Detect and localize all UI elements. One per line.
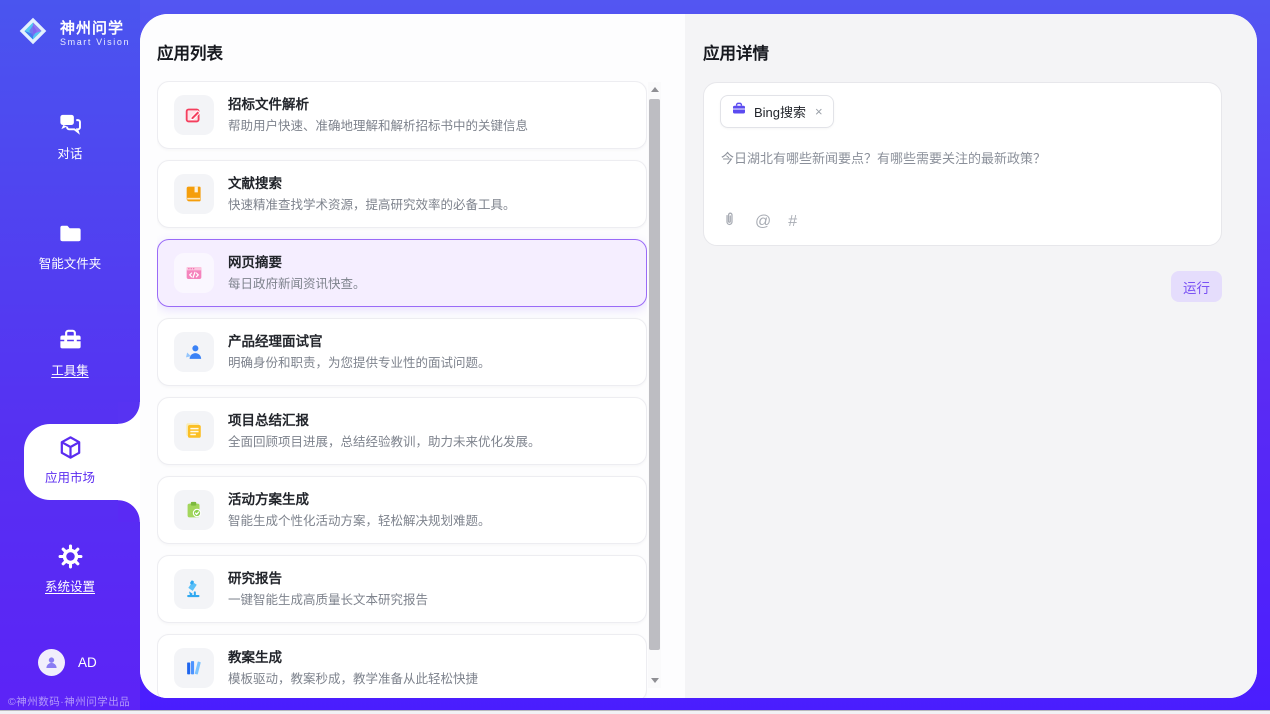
app-desc: 快速精准查找学术资源，提高研究效率的必备工具。 [228,199,516,212]
sidebar-item-label: 应用市场 [45,467,95,486]
app-desc: 每日政府新闻资讯快查。 [228,278,366,291]
microscope-icon [174,569,214,609]
prompt-input[interactable]: 今日湖北有哪些新闻要点？有哪些需要关注的最新政策？ [721,149,1201,169]
app-desc: 一键智能生成高质量长文本研究报告 [228,594,428,607]
app-desc: 模板驱动，教案秒成，教学准备从此轻松快捷 [228,673,478,686]
brand-subtitle: Smart Vision [60,37,130,47]
app-card-literature-search[interactable]: 文献搜索 快速精准查找学术资源，提高研究效率的必备工具。 [157,160,647,228]
gear-icon [57,543,84,570]
paperclip-icon[interactable] [721,211,738,232]
app-detail-title: 应用详情 [703,40,769,64]
bottom-scrollbar-track[interactable] [0,710,1270,714]
composer-toolbar: @ # [721,211,797,232]
app-name: 网页摘要 [228,256,366,270]
sidebar-item-app-market[interactable]: 应用市场 [0,434,140,487]
sidebar-item-label: 对话 [57,143,82,162]
sidebar-item-label: 系统设置 [45,576,95,595]
scroll-up-arrow-icon[interactable] [651,87,659,92]
clipboard-check-icon [174,490,214,530]
scroll-down-arrow-icon[interactable] [651,678,659,683]
main-content: 应用列表 招标文件解析 帮助用户快速、准确地理解和解析招标书中的关键信息 [140,14,1257,698]
user-account[interactable]: AD [38,649,97,676]
app-card-web-summary[interactable]: 网页摘要 每日政府新闻资讯快查。 [157,239,647,307]
edit-document-icon [174,95,214,135]
report-note-icon [174,411,214,451]
app-desc: 智能生成个性化活动方案，轻松解决规划难题。 [228,515,491,528]
browser-code-icon [174,253,214,293]
chip-close-icon[interactable]: × [815,104,823,119]
prompt-card: Bing搜索 × 今日湖北有哪些新闻要点？有哪些需要关注的最新政策？ @ # [703,82,1222,246]
app-name: 活动方案生成 [228,493,491,507]
sidebar-item-label: 智能文件夹 [39,253,102,272]
diamond-logo-icon [14,12,52,55]
app-desc: 明确身份和职责，为您提供专业性的面试问题。 [228,357,491,370]
list-scrollbar[interactable] [648,82,661,688]
sidebar: 神州问学 Smart Vision 对话 智能文件夹 [0,0,140,714]
app-list-title: 应用列表 [157,40,223,64]
sidebar-item-chat[interactable]: 对话 [0,110,140,163]
avatar [38,649,65,676]
interviewer-icon [174,332,214,372]
sidebar-item-settings[interactable]: 系统设置 [0,543,140,596]
book-icon [174,174,214,214]
books-icon [174,648,214,688]
brand-logo: 神州问学 Smart Vision [14,12,130,55]
app-name: 产品经理面试官 [228,335,491,349]
app-name: 文献搜索 [228,177,516,191]
app-name: 项目总结汇报 [228,414,541,428]
app-card-bid-parse[interactable]: 招标文件解析 帮助用户快速、准确地理解和解析招标书中的关键信息 [157,81,647,149]
app-card-lesson-plan[interactable]: 教案生成 模板驱动，教案秒成，教学准备从此轻松快捷 [157,634,647,698]
sidebar-item-smart-folder[interactable]: 智能文件夹 [0,220,140,273]
brand-name: 神州问学 [60,20,130,37]
tool-chip-bing-search[interactable]: Bing搜索 × [720,95,834,128]
app-card-research-report[interactable]: 研究报告 一键智能生成高质量长文本研究报告 [157,555,647,623]
copyright-text: ©神州数码·神州问学出品 [0,694,140,709]
run-button[interactable]: 运行 [1171,271,1222,302]
app-detail-panel: 应用详情 Bing搜索 × 今日湖北有哪些新闻要点？有哪些需要关注的最新政策？ [685,14,1257,698]
app-card-pm-interviewer[interactable]: 产品经理面试官 明确身份和职责，为您提供专业性的面试问题。 [157,318,647,386]
sidebar-item-toolset[interactable]: 工具集 [0,327,140,380]
app-list-panel: 应用列表 招标文件解析 帮助用户快速、准确地理解和解析招标书中的关键信息 [140,14,685,698]
app-card-event-plan[interactable]: 活动方案生成 智能生成个性化活动方案，轻松解决规划难题。 [157,476,647,544]
app-card-project-summary[interactable]: 项目总结汇报 全面回顾项目进展，总结经验教训，助力未来优化发展。 [157,397,647,465]
app-name: 教案生成 [228,651,478,665]
app-desc: 帮助用户快速、准确地理解和解析招标书中的关键信息 [228,120,528,133]
toolbox-icon [57,327,84,354]
hashtag-icon[interactable]: # [788,214,797,230]
app-name: 招标文件解析 [228,98,528,112]
folder-icon [57,220,84,247]
app-desc: 全面回顾项目进展，总结经验教训，助力未来优化发展。 [228,436,541,449]
chat-icon [57,110,84,137]
app-list: 招标文件解析 帮助用户快速、准确地理解和解析招标书中的关键信息 文献搜索 快速精… [157,81,647,698]
user-name: AD [78,655,97,670]
scrollbar-thumb[interactable] [649,99,660,650]
sidebar-item-label: 工具集 [51,360,89,379]
cube-icon [57,434,84,461]
app-name: 研究报告 [228,572,428,586]
tool-chip-label: Bing搜索 [754,102,806,121]
mention-at-icon[interactable]: @ [755,214,771,230]
briefcase-icon [731,101,747,122]
